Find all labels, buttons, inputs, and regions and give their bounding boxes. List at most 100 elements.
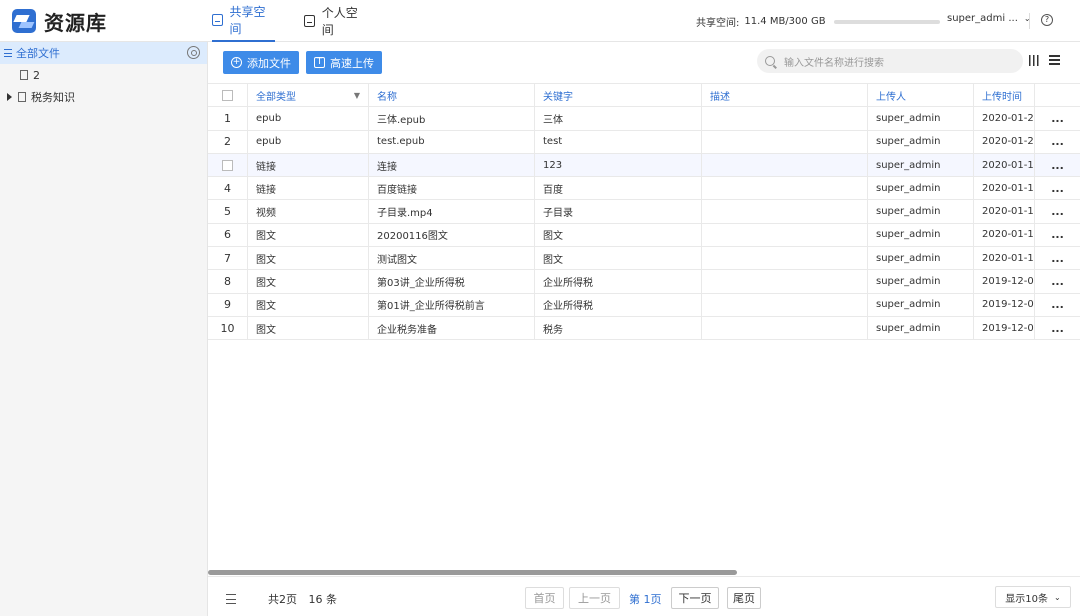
sidebar-item-file[interactable]: 2 (0, 64, 207, 86)
sidebar-item-tax-knowledge[interactable]: 税务知识 (0, 86, 207, 108)
tab-label: 共享空间 (229, 5, 266, 36)
more-actions-button[interactable]: ... (1035, 270, 1080, 292)
file-name[interactable]: 子目录.mp4 (369, 200, 535, 223)
file-uploader: super_admin (868, 316, 974, 340)
table-row[interactable]: 10图文企业税务准备税务 super_admin2019-12-02 1... (208, 316, 1080, 341)
total-items: 16 条 (308, 593, 338, 606)
expand-triangle-icon[interactable] (7, 93, 12, 101)
folder-tab-icon (212, 14, 223, 26)
more-actions-button[interactable]: ... (1035, 131, 1080, 153)
table-row[interactable]: 链接连接123 super_admin2020-01-19 1... (208, 153, 1080, 178)
row-number: 10 (208, 316, 248, 340)
file-upload-time: 2020-01-14 1 (974, 247, 1035, 270)
file-upload-time: 2020-01-20 1 (974, 130, 1035, 153)
more-actions-button[interactable]: ... (1035, 317, 1080, 339)
first-page-button[interactable]: 首页 (525, 587, 564, 609)
list-icon[interactable] (1049, 55, 1060, 66)
user-menu[interactable]: super_admi ... ⌄ (947, 13, 1031, 24)
file-description (702, 223, 868, 247)
tab-shared-space[interactable]: 共享空间 (212, 0, 275, 42)
file-type: epub (248, 107, 369, 130)
file-type: 图文 (248, 270, 369, 293)
table-row[interactable]: 7图文测试图文图文super_admin2020-01-14 1... (208, 247, 1080, 271)
row-number: 1 (208, 107, 248, 130)
horizontal-scrollbar[interactable] (208, 570, 737, 575)
file-type: 链接 (248, 153, 369, 177)
type-filter[interactable]: 全部类型 ▼ (248, 84, 369, 107)
file-name[interactable]: 第03讲_企业所得税 (369, 270, 535, 293)
next-page-button[interactable]: 下一页 (671, 587, 719, 609)
file-name[interactable]: 三体.epub (369, 107, 535, 130)
header-label: 全部类型 (256, 91, 296, 103)
tab-label: 个人空间 (321, 6, 358, 37)
file-keyword: 税务 (535, 316, 702, 340)
table-row[interactable]: 9 图文 第01讲_企业所得税前言 企业所得税 super_admin 2019-12-0… (208, 293, 1080, 317)
file-name[interactable]: 连接 (369, 153, 535, 177)
file-name[interactable]: 企业税务准备 (369, 316, 535, 340)
file-type: 链接 (248, 177, 369, 200)
upload-icon: T (314, 57, 325, 68)
table-row[interactable]: 5视频子目录.mp4子目录 super_admin2020-01-17 0... (208, 200, 1080, 224)
row-checkbox[interactable] (208, 153, 248, 177)
user-name: super_admi ... (947, 13, 1018, 24)
page-size-select[interactable]: 显示10条 ⌄ (995, 586, 1071, 608)
help-icon[interactable]: ? (1041, 14, 1053, 26)
more-actions-button[interactable]: ... (1035, 177, 1080, 199)
more-actions-button[interactable]: ... (1035, 247, 1080, 269)
collapse-menu-icon[interactable] (226, 594, 236, 604)
add-file-button[interactable]: + 添加文件 (223, 51, 299, 74)
table-row[interactable]: 1epub三体.epub三体 super_admin2020-01-20 1... (208, 107, 1080, 131)
file-name[interactable]: 第01讲_企业所得税前言 (369, 293, 535, 316)
more-actions-button[interactable]: ... (1035, 294, 1080, 316)
checkbox[interactable] (222, 89, 233, 101)
file-name[interactable]: 测试图文 (369, 247, 535, 270)
file-keyword: 企业所得税 (535, 293, 702, 316)
row-number: 5 (208, 200, 248, 223)
file-type: 图文 (248, 293, 369, 316)
table-row[interactable]: 6图文20200116图文图文super_admin2020-01-16 1..… (208, 223, 1080, 248)
search-input[interactable]: 输入文件名称进行搜索 (757, 49, 1023, 73)
file-description (702, 316, 868, 340)
document-icon (20, 70, 28, 80)
row-number: 2 (208, 130, 248, 153)
file-name[interactable]: 20200116图文 (369, 223, 535, 247)
table-row[interactable]: 4链接百度链接百度 super_admin2020-01-17 1... (208, 177, 1080, 201)
file-description (702, 177, 868, 200)
more-actions-button[interactable]: ... (1035, 107, 1080, 129)
more-actions-button[interactable]: ... (1035, 224, 1080, 246)
storage-value: 11.4 MB/300 GB (744, 16, 826, 27)
file-keyword: 图文 (535, 223, 702, 247)
prev-page-button[interactable]: 上一页 (569, 587, 620, 609)
file-upload-time: 2020-01-19 1 (974, 153, 1035, 177)
file-keyword: 子目录 (535, 200, 702, 223)
total-pages: 共2页 (268, 593, 297, 606)
gear-icon[interactable] (187, 46, 200, 59)
table-row[interactable]: 8 图文 第03讲_企业所得税 企业所得税 super_admin 2019-12-03 … (208, 270, 1080, 294)
file-name[interactable]: 百度链接 (369, 177, 535, 200)
file-uploader: super_admin (868, 293, 974, 316)
plus-circle-icon: + (231, 57, 242, 68)
sidebar-item-label: 全部文件 (16, 47, 60, 60)
tab-personal-space[interactable]: 个人空间 (304, 0, 368, 42)
app-logo[interactable]: 资源库 (12, 8, 107, 35)
file-keyword: 图文 (535, 247, 702, 270)
chevron-down-icon: ⌄ (1054, 592, 1061, 602)
fast-upload-button[interactable]: T 高速上传 (306, 51, 382, 74)
top-bar: 资源库 共享空间 个人空间 共享空间: 11.4 MB/300 GB super… (0, 0, 1080, 42)
storage-progress-bar (833, 19, 940, 24)
select-all-checkbox[interactable] (208, 84, 248, 107)
last-page-button[interactable]: 尾页 (727, 587, 761, 609)
sidebar-item-label: 税务知识 (31, 91, 75, 104)
file-upload-time: 2020-01-16 1 (974, 223, 1035, 247)
more-actions-button[interactable]: ... (1035, 200, 1080, 222)
table-row[interactable]: 2 epub test.epub test super_admin 2020-01-20 … (208, 130, 1080, 154)
file-upload-time: 2020-01-20 1 (974, 107, 1035, 130)
row-number: 9 (208, 293, 248, 316)
files-table: 全部类型 ▼ 名称 关键字 描述 上传人 上传时间 1 epub 三体.epub 三体 s… (208, 83, 1080, 341)
sidebar-item-all-files[interactable]: 全部文件 (0, 42, 207, 64)
file-name[interactable]: test.epub (369, 130, 535, 153)
columns-icon[interactable] (1029, 55, 1040, 66)
row-number: 7 (208, 247, 248, 270)
more-actions-button[interactable]: ... (1035, 154, 1080, 176)
checkbox[interactable] (222, 159, 233, 171)
